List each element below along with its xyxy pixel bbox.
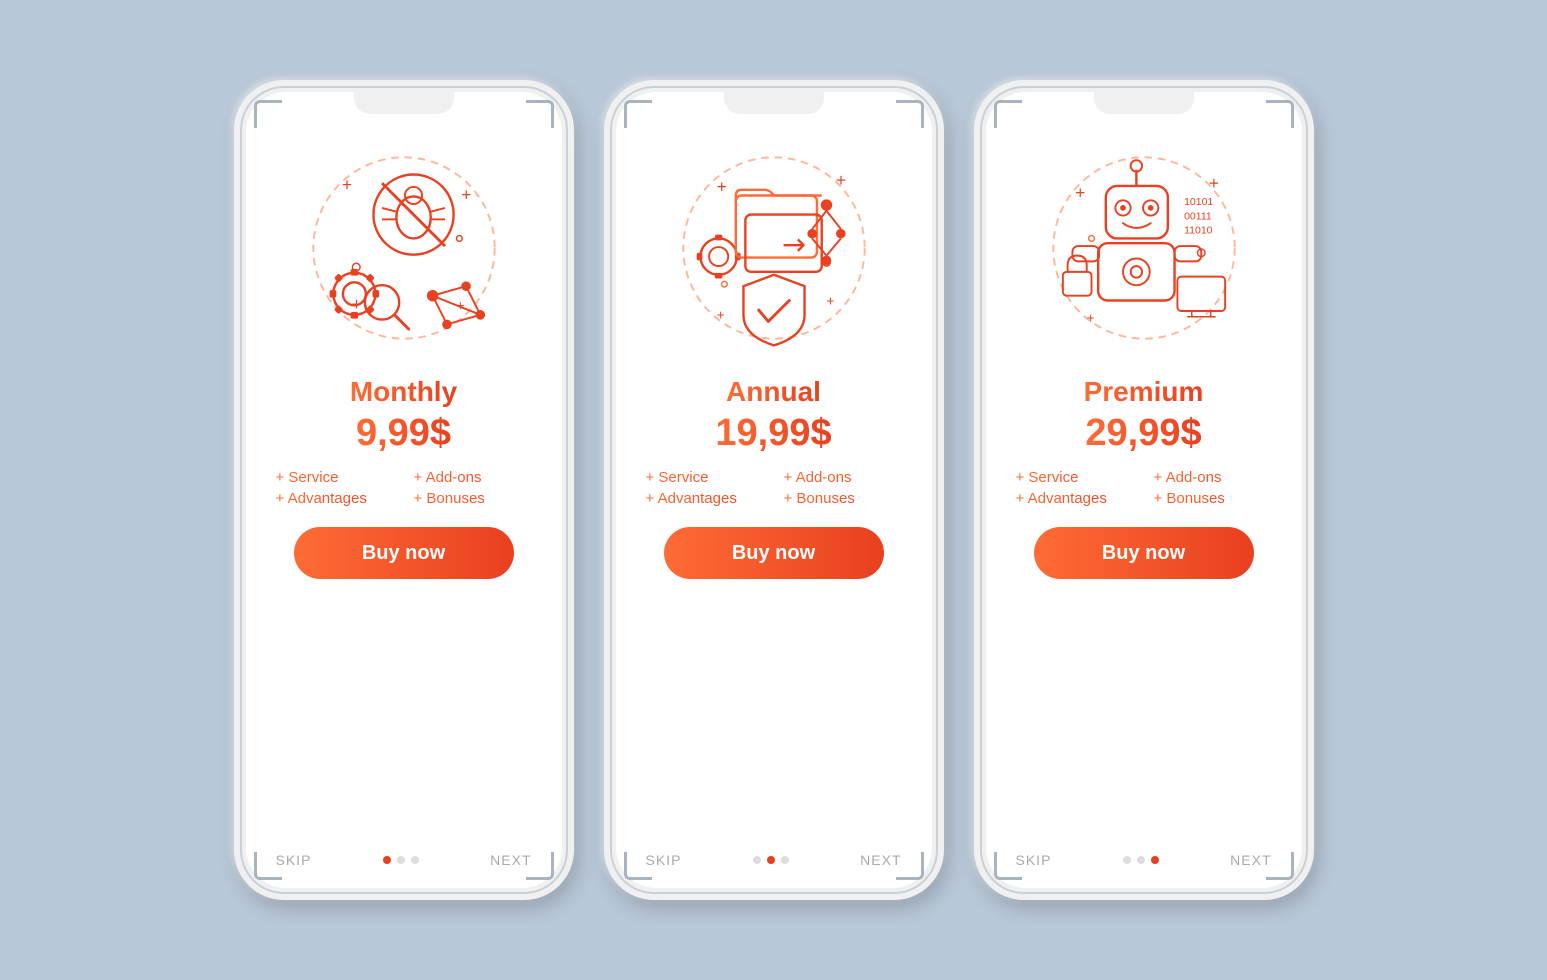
phone-premium: 10101 00111 11010 + + +	[974, 80, 1314, 900]
dot-1-monthly	[397, 856, 405, 864]
svg-text:+: +	[716, 308, 724, 323]
svg-text:+: +	[1208, 173, 1218, 193]
svg-text:10101: 10101	[1184, 196, 1213, 208]
notch-premium	[1094, 92, 1194, 114]
phone-body-premium: 10101 00111 11010 + + +	[974, 80, 1314, 900]
buy-button-monthly[interactable]: Buy now	[294, 527, 514, 579]
corner-tr	[526, 100, 554, 128]
nav-monthly: SKIP NEXT	[246, 836, 562, 868]
feature-advantages-premium: + Advantages	[1016, 490, 1134, 507]
dots-annual	[753, 856, 789, 864]
illustration-premium: 10101 00111 11010 + + +	[1034, 128, 1254, 368]
corner-br-premium	[1266, 852, 1294, 880]
svg-text:+: +	[456, 298, 464, 313]
dot-2-annual	[781, 856, 789, 864]
annual-title: Annual	[726, 376, 821, 408]
svg-text:+: +	[351, 294, 361, 314]
svg-text:+: +	[716, 177, 726, 197]
monthly-price: 9,99$	[356, 412, 451, 455]
dot-2-premium	[1151, 856, 1159, 864]
corner-bl-annual	[624, 852, 652, 880]
corner-bl	[254, 852, 282, 880]
dot-1-premium	[1137, 856, 1145, 864]
svg-text:+: +	[826, 293, 834, 308]
annual-price: 19,99$	[715, 412, 831, 455]
premium-title: Premium	[1084, 376, 1204, 408]
feature-addons-premium: + Add-ons	[1154, 469, 1272, 486]
feature-bonuses-premium: + Bonuses	[1154, 490, 1272, 507]
svg-text:+: +	[461, 184, 471, 204]
dot-0-premium	[1123, 856, 1131, 864]
phone-body-monthly: + + + + Monthly 9,99$ + Service + Add-on…	[234, 80, 574, 900]
phones-container: + + + + Monthly 9,99$ + Service + Add-on…	[234, 80, 1314, 900]
corner-bl-premium	[994, 852, 1022, 880]
dot-0-monthly	[383, 856, 391, 864]
phone-monthly: + + + + Monthly 9,99$ + Service + Add-on…	[234, 80, 574, 900]
svg-text:00111: 00111	[1184, 210, 1212, 222]
feature-service-premium: + Service	[1016, 469, 1134, 486]
dots-monthly	[383, 856, 419, 864]
corner-br	[526, 852, 554, 880]
dots-premium	[1123, 856, 1159, 864]
feature-bonuses-annual: + Bonuses	[784, 490, 902, 507]
corner-tl-annual	[624, 100, 652, 128]
corner-tl-premium	[994, 100, 1022, 128]
svg-text:+: +	[836, 170, 846, 190]
premium-price: 29,99$	[1085, 412, 1201, 455]
illustration-monthly: + + + +	[294, 128, 514, 368]
monthly-features: + Service + Add-ons + Advantages + Bonus…	[246, 469, 562, 507]
dot-1-annual	[767, 856, 775, 864]
buy-button-annual[interactable]: Buy now	[664, 527, 884, 579]
phone-body-annual: + + + + Annual 19,99$ + Service + Add-on…	[604, 80, 944, 900]
buy-button-premium[interactable]: Buy now	[1034, 527, 1254, 579]
feature-service-annual: + Service	[646, 469, 764, 486]
feature-bonuses: + Bonuses	[414, 490, 532, 507]
svg-text:+: +	[341, 175, 351, 195]
svg-text:+: +	[1075, 182, 1085, 202]
nav-premium: SKIP NEXT	[986, 836, 1302, 868]
corner-br-annual	[896, 852, 924, 880]
feature-service: + Service	[276, 469, 394, 486]
feature-advantages-annual: + Advantages	[646, 490, 764, 507]
illustration-annual: + + + +	[664, 128, 884, 368]
corner-tl	[254, 100, 282, 128]
svg-text:11010: 11010	[1184, 225, 1213, 237]
screen-premium: 10101 00111 11010 + + +	[986, 92, 1302, 888]
corner-tr-annual	[896, 100, 924, 128]
dot-0-annual	[753, 856, 761, 864]
feature-advantages: + Advantages	[276, 490, 394, 507]
feature-addons-annual: + Add-ons	[784, 469, 902, 486]
phone-annual: + + + + Annual 19,99$ + Service + Add-on…	[604, 80, 944, 900]
annual-features: + Service + Add-ons + Advantages + Bonus…	[616, 469, 932, 507]
svg-text:+: +	[1086, 310, 1094, 325]
screen-annual: + + + + Annual 19,99$ + Service + Add-on…	[616, 92, 932, 888]
corner-tr-premium	[1266, 100, 1294, 128]
premium-features: + Service + Add-ons + Advantages + Bonus…	[986, 469, 1302, 507]
nav-annual: SKIP NEXT	[616, 836, 932, 868]
screen-monthly: + + + + Monthly 9,99$ + Service + Add-on…	[246, 92, 562, 888]
feature-addons: + Add-ons	[414, 469, 532, 486]
notch-annual	[724, 92, 824, 114]
dot-2-monthly	[411, 856, 419, 864]
notch-monthly	[354, 92, 454, 114]
monthly-title: Monthly	[350, 376, 457, 408]
